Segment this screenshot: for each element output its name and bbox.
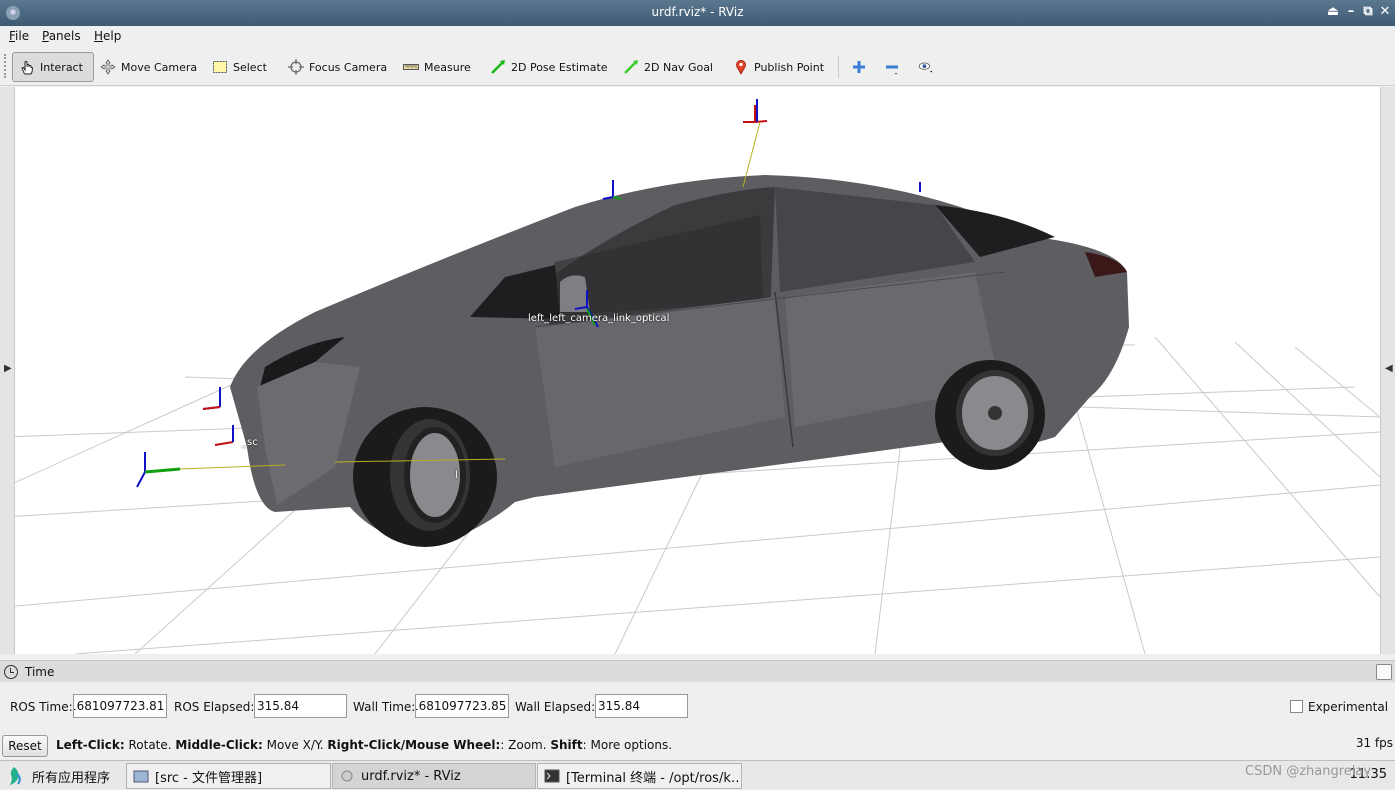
wall-time-field[interactable]: 1681097723.85 — [415, 694, 509, 718]
ros-elapsed-label: ROS Elapsed: — [174, 700, 255, 714]
menubar: File Panels Help — [0, 26, 1395, 46]
select-tool-button[interactable]: Select — [206, 52, 273, 82]
tool-properties-button[interactable] — [912, 52, 940, 82]
scene-render — [15, 99, 1380, 654]
shade-window-icon[interactable]: ⏏ — [1325, 3, 1341, 21]
restore-window-icon[interactable]: ⧉ — [1360, 3, 1376, 21]
fps-readout: 31 fps — [1355, 736, 1393, 750]
minimize-window-icon[interactable]: – — [1343, 3, 1359, 21]
wall-elapsed-field[interactable]: 315.84 — [595, 694, 688, 718]
tf-frame-label: _sc — [242, 437, 258, 448]
desktop-taskbar: 所有应用程序 [src - 文件管理器] urdf.rviz* - RViz [… — [0, 760, 1395, 789]
deepin-logo-icon — [4, 766, 24, 786]
taskbar-item-rviz[interactable]: urdf.rviz* - RViz — [332, 763, 536, 789]
menu-file[interactable]: File — [9, 29, 29, 43]
time-panel-header[interactable]: Time — [0, 660, 1395, 682]
rviz-window-icon — [339, 768, 355, 784]
interact-tool-button[interactable]: Interact — [12, 52, 94, 82]
wall-time-label: Wall Time: — [353, 700, 416, 714]
toolbar-grip-handle[interactable] — [4, 54, 8, 78]
plus-icon — [851, 59, 867, 75]
taskbar-item-terminal[interactable]: [Terminal 终端 - /opt/ros/k… — [537, 763, 742, 789]
folder-icon — [133, 768, 149, 784]
tf-frame-label: left_left_camera_link_optical — [528, 313, 670, 324]
expand-right-arrow-icon[interactable]: ▶ — [4, 363, 12, 374]
tools-toolbar: Interact Move Camera Select Focus Camera… — [0, 46, 1395, 86]
map-pin-icon — [733, 59, 749, 75]
toolbar-separator — [838, 56, 839, 78]
wall-elapsed-label: Wall Elapsed: — [515, 700, 596, 714]
move-arrows-icon — [100, 59, 116, 75]
menu-help[interactable]: Help — [94, 29, 121, 43]
publish-point-tool-button[interactable]: Publish Point — [727, 52, 830, 82]
time-panel-title: Time — [25, 665, 55, 679]
2d-nav-goal-tool-button[interactable]: 2D Nav Goal — [617, 52, 719, 82]
green-goal-arrow-icon — [623, 59, 639, 75]
experimental-label: Experimental — [1308, 700, 1389, 714]
remove-tool-button[interactable] — [878, 52, 906, 82]
left-dock-collapse-strip[interactable]: ▶ — [0, 87, 15, 654]
ros-time-label: ROS Time: — [10, 700, 73, 714]
focus-crosshair-icon — [288, 59, 304, 75]
csdn-watermark: CSDN @zhangrelay — [1245, 764, 1372, 779]
clock-icon — [4, 665, 18, 679]
menu-panels[interactable]: Panels — [42, 29, 81, 43]
hand-pointer-icon — [19, 59, 35, 75]
window-title: urdf.rviz* - RViz — [651, 5, 744, 19]
move-camera-tool-button[interactable]: Move Camera — [94, 52, 203, 82]
focus-camera-tool-button[interactable]: Focus Camera — [282, 52, 393, 82]
ros-elapsed-field[interactable]: 315.84 — [254, 694, 347, 718]
ruler-icon — [403, 59, 419, 75]
terminal-icon — [544, 768, 560, 784]
tf-frame-label: l — [455, 470, 458, 481]
green-pose-arrow-icon — [490, 59, 506, 75]
panel-float-button[interactable] — [1376, 664, 1392, 680]
applications-menu-button[interactable]: 所有应用程序 — [4, 764, 110, 788]
render-3d-viewport[interactable]: left_left_camera_link_optical _sc l — [15, 87, 1380, 654]
2d-pose-estimate-tool-button[interactable]: 2D Pose Estimate — [484, 52, 614, 82]
taskbar-item-file-manager[interactable]: [src - 文件管理器] — [126, 763, 331, 789]
close-window-icon[interactable]: ✕ — [1377, 3, 1393, 21]
right-dock-collapse-strip[interactable]: ◀ — [1380, 87, 1395, 654]
minus-icon — [884, 59, 900, 75]
mouse-hint-text: Left-Click: Rotate. Middle-Click: Move X… — [56, 738, 673, 752]
window-titlebar[interactable]: ✱ urdf.rviz* - RViz ⏏ – ⧉ ✕ — [0, 0, 1395, 26]
reset-button[interactable]: Reset — [2, 735, 48, 757]
measure-tool-button[interactable]: Measure — [397, 52, 477, 82]
time-panel-body: ROS Time: 1681097723.81 ROS Elapsed: 315… — [0, 690, 1395, 722]
select-rectangle-icon — [212, 59, 228, 75]
eye-icon — [918, 59, 934, 75]
status-bar: Reset Left-Click: Rotate. Middle-Click: … — [0, 733, 1395, 757]
experimental-checkbox[interactable] — [1290, 700, 1303, 713]
add-tool-button[interactable] — [845, 52, 873, 82]
ros-time-field[interactable]: 1681097723.81 — [73, 694, 167, 718]
car-model — [230, 175, 1129, 547]
expand-left-arrow-icon[interactable]: ◀ — [1385, 363, 1393, 374]
